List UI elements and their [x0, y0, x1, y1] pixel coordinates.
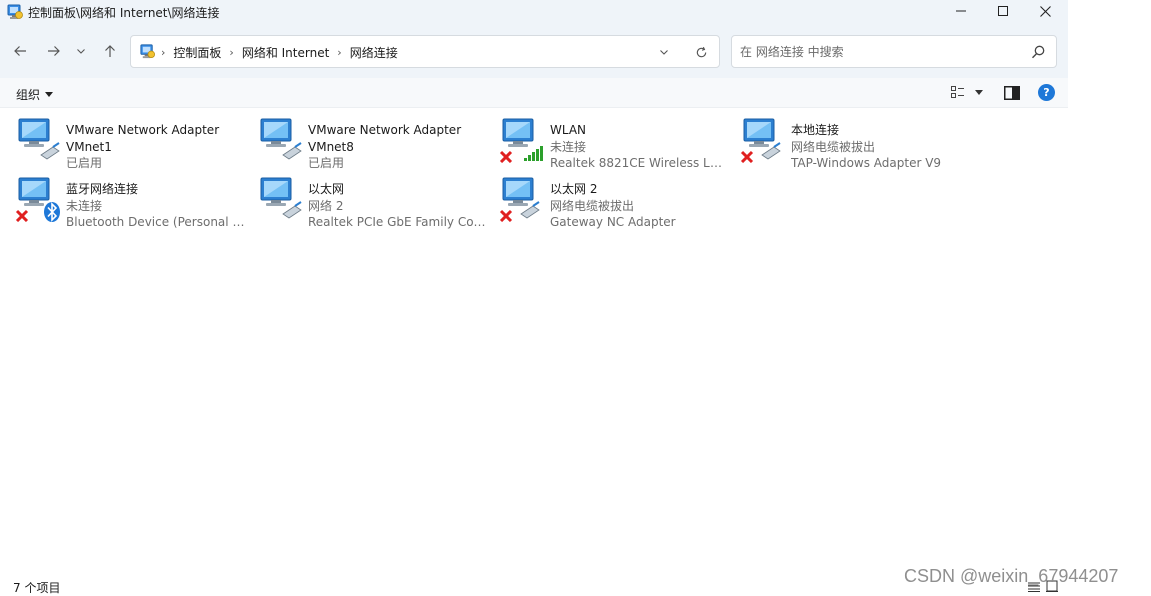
connections-list: VMware Network Adapter VMnet1 已启用 VMware…: [0, 109, 1068, 569]
connection-device: 已启用: [66, 156, 103, 170]
chevron-down-icon: [660, 50, 668, 55]
close-icon: [1039, 5, 1051, 17]
network-connection-item[interactable]: VMware Network Adapter VMnet8 已启用: [257, 115, 497, 170]
connection-name: WLAN: [550, 123, 587, 137]
network-computer-icon: [260, 177, 302, 219]
network-connection-item[interactable]: 蓝牙网络连接 未连接 Bluetooth Device (Personal Ar…: [15, 174, 255, 229]
network-connection-item[interactable]: 以太网 2 网络电缆被拔出 Gateway NC Adapter: [499, 174, 739, 229]
close-button[interactable]: [1022, 0, 1068, 22]
watermark: CSDN @weixin_67944207: [904, 566, 1119, 586]
forward-button[interactable]: [44, 41, 64, 61]
connection-device: Bluetooth Device (Personal Ar...: [66, 215, 246, 229]
control-panel-icon: [7, 4, 23, 19]
connection-status: 网络电缆被拔出: [550, 198, 635, 213]
connection-device: 已启用: [308, 156, 345, 170]
back-button[interactable]: [10, 41, 30, 61]
search-input[interactable]: [740, 42, 1020, 62]
chevron-right-icon[interactable]: ›: [161, 46, 165, 59]
connection-status: 网络 2: [308, 198, 344, 213]
connection-name: VMware Network Adapter: [66, 123, 220, 137]
breadcrumb: › 控制面板 › 网络和 Internet › 网络连接: [161, 44, 398, 61]
command-bar: 组织 ?: [0, 78, 1068, 108]
maximize-icon: [998, 6, 1008, 16]
refresh-button[interactable]: [693, 44, 709, 60]
connection-name: 以太网 2: [550, 182, 598, 196]
minimize-button[interactable]: [938, 0, 984, 22]
red-x-icon: [15, 209, 29, 222]
network-connection-item[interactable]: VMware Network Adapter VMnet1 已启用: [15, 115, 255, 170]
chevron-right-icon[interactable]: ›: [337, 46, 341, 59]
organize-label: 组织: [16, 88, 41, 102]
network-connection-item[interactable]: 本地连接 网络电缆被拔出 TAP-Windows Adapter V9: [740, 115, 980, 170]
window-title: 控制面板\网络和 Internet\网络连接: [28, 6, 220, 20]
bluetooth-icon: [44, 202, 60, 222]
network-computer-icon: [499, 177, 540, 222]
navigation-bar: › 控制面板 › 网络和 Internet › 网络连接: [0, 24, 1068, 78]
red-x-icon: [499, 150, 513, 163]
connection-status: 未连接: [550, 139, 587, 154]
connection-device: TAP-Windows Adapter V9: [791, 156, 942, 170]
connection-device: Realtek PCIe GbE Family Contr...: [308, 215, 488, 229]
arrow-up-icon: [105, 45, 115, 57]
breadcrumb-control-panel[interactable]: 控制面板: [173, 44, 221, 61]
red-x-icon: [499, 209, 513, 222]
wifi-signal-icon: [524, 146, 543, 161]
control-panel-icon: [140, 44, 155, 59]
up-button[interactable]: [100, 41, 120, 61]
network-computer-icon: [740, 118, 781, 163]
red-x-icon: [740, 150, 754, 163]
refresh-icon: [696, 46, 706, 57]
connection-name: 本地连接: [791, 123, 840, 137]
explorer-window: 控制面板\网络和 Internet\网络连接 › 控制面板 › 网络和 Inte…: [0, 0, 1068, 596]
network-computer-icon: [15, 177, 60, 222]
network-computer-icon: [18, 118, 60, 160]
chevron-right-icon[interactable]: ›: [229, 46, 233, 59]
caret-down-icon: [45, 91, 54, 97]
recent-locations-button[interactable]: [73, 41, 89, 61]
address-bar[interactable]: › 控制面板 › 网络和 Internet › 网络连接: [130, 35, 720, 68]
network-connection-item[interactable]: 以太网 网络 2 Realtek PCIe GbE Family Contr..…: [257, 174, 497, 229]
network-connection-item[interactable]: WLAN 未连接 Realtek 8821CE Wireless LAN ...: [499, 115, 739, 170]
arrow-left-icon: [14, 46, 26, 56]
caret-down-icon: [975, 89, 983, 95]
help-icon[interactable]: ?: [1038, 84, 1055, 101]
minimize-icon: [956, 10, 966, 12]
preview-pane-icon[interactable]: [1004, 86, 1020, 100]
view-options-icon: [951, 86, 964, 98]
connection-device: Gateway NC Adapter: [550, 215, 676, 229]
title-bar: 控制面板\网络和 Internet\网络连接: [0, 0, 1068, 24]
connection-name: 以太网: [308, 182, 345, 196]
change-view-button[interactable]: [951, 86, 983, 99]
connection-status: 未连接: [66, 198, 103, 213]
search-box[interactable]: [731, 35, 1057, 68]
item-count: 7 个项目: [13, 581, 61, 595]
arrow-right-icon: [48, 46, 60, 56]
connection-status: VMnet1: [66, 139, 112, 154]
connection-status: VMnet8: [308, 139, 354, 154]
connection-name: 蓝牙网络连接: [66, 182, 139, 196]
network-computer-icon: [260, 118, 302, 160]
address-history-button[interactable]: [656, 44, 672, 60]
network-computer-icon: [499, 118, 543, 163]
connection-device: Realtek 8821CE Wireless LAN ...: [550, 156, 730, 170]
maximize-button[interactable]: [980, 0, 1026, 22]
connection-status: 网络电缆被拔出: [791, 139, 876, 154]
chevron-down-icon: [77, 49, 85, 54]
breadcrumb-network-internet[interactable]: 网络和 Internet: [242, 44, 329, 61]
breadcrumb-network-connections[interactable]: 网络连接: [350, 44, 398, 61]
organize-menu-button[interactable]: 组织: [16, 86, 54, 103]
search-icon[interactable]: [1030, 44, 1046, 60]
connection-name: VMware Network Adapter: [308, 123, 462, 137]
